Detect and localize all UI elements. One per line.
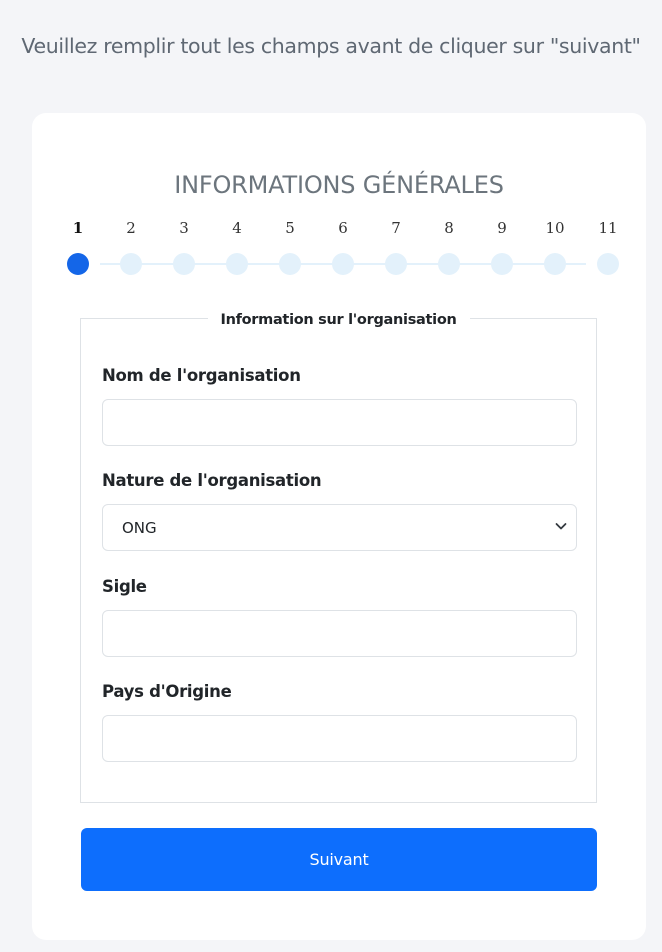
- nature-organisation-select[interactable]: ONG: [102, 504, 577, 551]
- step-dot-10: [544, 253, 566, 275]
- step-dot-3: [173, 253, 195, 275]
- pays-origine-label: Pays d'Origine: [102, 682, 232, 701]
- step-title: INFORMATIONS GÉNÉRALES: [174, 171, 504, 199]
- step-number-8: 8: [444, 219, 454, 237]
- step-number-7: 7: [391, 219, 401, 237]
- chevron-down-icon: [555, 523, 567, 530]
- step-number-2: 2: [126, 219, 136, 237]
- step-number-3: 3: [179, 219, 189, 237]
- step-dot-8: [438, 253, 460, 275]
- step-dot-9: [491, 253, 513, 275]
- fieldset-legend-text: Information sur l'organisation: [207, 312, 470, 328]
- step-dot-4: [226, 253, 248, 275]
- page: Veuillez remplir tout les champs avant d…: [0, 0, 662, 952]
- step-dot-11: [597, 253, 619, 275]
- step-dot-2: [120, 253, 142, 275]
- step-number-11: 11: [598, 219, 618, 237]
- nom-organisation-input[interactable]: [102, 399, 577, 446]
- step-number-9: 9: [497, 219, 507, 237]
- organisation-fieldset: Information sur l'organisation Nom de l'…: [80, 312, 597, 803]
- instruction-text: Veuillez remplir tout les champs avant d…: [21, 34, 641, 58]
- nature-organisation-label: Nature de l'organisation: [102, 471, 322, 490]
- step-number-5: 5: [285, 219, 295, 237]
- step-dot-5: [279, 253, 301, 275]
- fieldset-legend: Information sur l'organisation: [81, 309, 596, 328]
- pays-origine-input[interactable]: [102, 715, 577, 762]
- step-progress-track: [67, 253, 619, 275]
- nature-organisation-value: ONG: [122, 519, 157, 537]
- nom-organisation-label: Nom de l'organisation: [102, 366, 301, 385]
- next-button[interactable]: Suivant: [81, 828, 597, 891]
- step-number-1: 1: [72, 219, 84, 237]
- sigle-input[interactable]: [102, 610, 577, 657]
- step-numbers: 1 2 3 4 5 6 7 8 9 10 11: [73, 219, 618, 239]
- form-card: INFORMATIONS GÉNÉRALES 1 2 3 4 5 6 7 8 9…: [32, 113, 646, 940]
- step-number-10: 10: [545, 219, 565, 237]
- step-dot-6: [332, 253, 354, 275]
- sigle-label: Sigle: [102, 577, 147, 596]
- step-dot-7: [385, 253, 407, 275]
- step-number-6: 6: [338, 219, 348, 237]
- step-dot-1: [67, 253, 89, 275]
- step-number-4: 4: [232, 219, 242, 237]
